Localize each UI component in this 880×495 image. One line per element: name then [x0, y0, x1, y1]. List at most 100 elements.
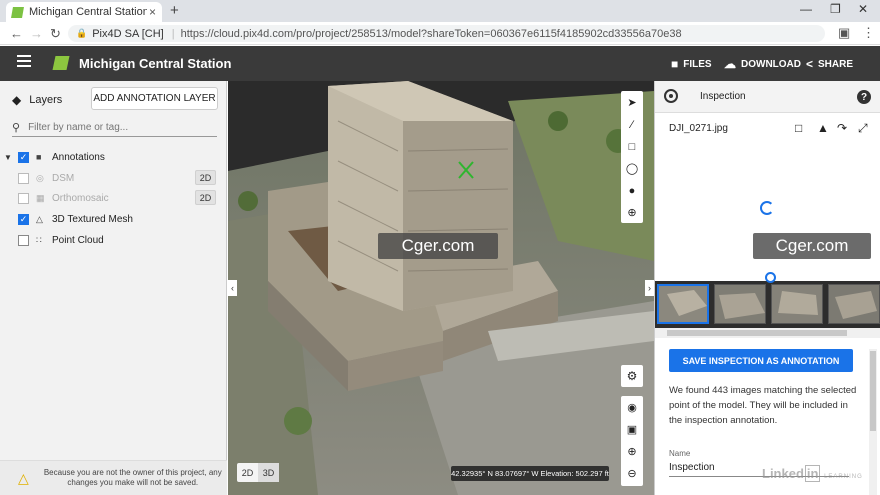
expand-chevron-icon[interactable]: ▼: [3, 153, 13, 162]
url-separator: |: [171, 27, 175, 40]
brand-name: Linked: [762, 466, 804, 481]
download-label: DOWNLOAD: [741, 58, 801, 70]
scrollbar-thumb[interactable]: [870, 351, 876, 431]
settings-gear-icon[interactable]: ⚙: [621, 365, 643, 387]
layers-title: Layers: [29, 94, 63, 106]
linkedin-learning-watermark: Linked in LEARNING: [762, 465, 863, 482]
zoom-out-icon[interactable]: ⊖: [621, 463, 643, 484]
window-close-icon[interactable]: ✕: [858, 2, 868, 16]
files-button[interactable]: ■ FILES: [671, 57, 712, 71]
checkbox-icon[interactable]: □: [795, 121, 802, 135]
inspection-title: Inspection: [700, 91, 746, 102]
layer-row-dsm[interactable]: ◎ DSM 2D: [0, 168, 227, 188]
image-thumbnail[interactable]: [657, 284, 709, 324]
fullscreen-icon[interactable]: ⤢: [858, 121, 868, 136]
point-cloud-icon: ∷: [36, 234, 42, 245]
layers-icon: ◆: [12, 93, 22, 107]
panel-scrollbar[interactable]: [869, 349, 877, 495]
volume-tool-icon[interactable]: ◯: [621, 158, 643, 179]
share-button[interactable]: < SHARE: [806, 57, 853, 71]
layer-checkbox[interactable]: [18, 234, 29, 246]
minimize-icon[interactable]: —: [800, 2, 812, 16]
camera-icon[interactable]: ◉: [621, 397, 643, 418]
help-icon[interactable]: ?: [857, 90, 871, 104]
collapse-left-panel-icon[interactable]: ‹: [228, 280, 237, 296]
maximize-icon[interactable]: ❐: [830, 2, 841, 16]
image-filmstrip: [655, 281, 880, 328]
filmstrip-position-handle[interactable]: [765, 272, 776, 283]
scrollbar-thumb[interactable]: [667, 330, 847, 336]
pix4d-logo-icon: [52, 56, 70, 70]
layer-row-orthomosaic[interactable]: ▦ Orthomosaic 2D: [0, 188, 227, 208]
zoom-in-icon[interactable]: ⊕: [621, 441, 643, 462]
layer-2d-badge[interactable]: 2D: [195, 170, 216, 185]
warning-text: Because you are not the owner of this pr…: [43, 468, 222, 487]
layer-checkbox[interactable]: [18, 172, 29, 184]
layer-checkbox[interactable]: [18, 192, 29, 204]
layer-label: Annotations: [52, 151, 105, 163]
image-filename: DJI_0271.jpg: [669, 123, 728, 134]
layer-row-annotations[interactable]: ▼ ✓ ■ Annotations: [0, 147, 227, 167]
pin-icon[interactable]: ▲: [817, 121, 829, 135]
collapse-right-panel-icon[interactable]: ›: [645, 280, 654, 296]
image-thumbnail[interactable]: [714, 284, 766, 324]
inspection-target-icon: [664, 89, 678, 103]
brand-sub: LEARNING: [824, 474, 863, 480]
layer-checkbox[interactable]: ✓: [18, 213, 29, 225]
inspection-description: We found 443 images matching the selecte…: [669, 385, 857, 426]
hamburger-menu-icon[interactable]: [17, 55, 31, 67]
search-icon: ⚲: [12, 122, 21, 134]
image-thumbnail[interactable]: [828, 284, 880, 324]
mesh-icon: △: [36, 213, 43, 224]
brand-suffix: in: [804, 465, 821, 482]
layer-2d-badge[interactable]: 2D: [195, 190, 216, 205]
url-text: https://cloud.pix4d.com/pro/project/2585…: [180, 27, 682, 40]
extension-icon[interactable]: ▣: [838, 25, 850, 41]
browser-tab[interactable]: Michigan Central Station - Pix4D ×: [6, 2, 162, 22]
layer-row-3d-textured-mesh[interactable]: ✓ △ 3D Textured Mesh: [0, 209, 227, 229]
watermark: Cger.com: [378, 233, 498, 259]
reload-icon[interactable]: ↻: [50, 26, 61, 42]
tab-close-icon[interactable]: ×: [149, 5, 156, 19]
fit-view-icon[interactable]: ▣: [621, 419, 643, 440]
layer-checkbox[interactable]: ✓: [18, 151, 29, 163]
layer-label: Point Cloud: [52, 234, 104, 246]
3d-viewport[interactable]: Cger.com: [228, 81, 654, 495]
save-inspection-button[interactable]: SAVE INSPECTION AS ANNOTATION: [669, 349, 853, 372]
polyline-tool-icon[interactable]: ∕: [621, 114, 643, 135]
layer-label: 3D Textured Mesh: [52, 213, 133, 225]
dsm-icon: ◎: [36, 172, 44, 183]
share-icon: <: [806, 57, 814, 71]
files-label: FILES: [683, 58, 712, 70]
view-mode-3d[interactable]: 3D: [258, 463, 279, 482]
new-tab-button[interactable]: +: [170, 2, 179, 19]
3d-model-render[interactable]: [228, 81, 654, 495]
inspection-target-icon[interactable]: ⊕: [621, 202, 643, 223]
download-button[interactable]: ☁ DOWNLOAD: [724, 57, 801, 71]
inspection-header: Inspection ?: [655, 81, 880, 113]
layer-filter: ⚲: [12, 119, 217, 137]
loading-spinner-icon: [760, 201, 774, 215]
browser-menu-icon[interactable]: ⋮: [862, 25, 875, 41]
image-thumbnail[interactable]: [771, 284, 823, 324]
cloud-download-icon: ☁: [724, 57, 736, 71]
tab-title: Michigan Central Station - Pix4D: [29, 6, 147, 18]
address-bar-row: ← → ↻ 🔒 Pix4D SA [CH] | https://cloud.pi…: [0, 22, 880, 45]
forward-icon[interactable]: →: [30, 26, 43, 41]
comment-icon: ■: [36, 152, 42, 162]
back-icon[interactable]: ←: [10, 26, 23, 41]
polygon-tool-icon[interactable]: □: [621, 136, 643, 157]
location-pin-icon[interactable]: ●: [621, 180, 643, 201]
add-annotation-layer-button[interactable]: ADD ANNOTATION LAYER: [91, 87, 218, 110]
project-title: Michigan Central Station: [79, 56, 232, 71]
share-label: SHARE: [818, 58, 854, 70]
view-mode-2d[interactable]: 2D: [237, 463, 258, 482]
select-pointer-icon[interactable]: ➤: [621, 92, 643, 113]
filmstrip-scrollbar[interactable]: [655, 328, 880, 338]
layers-panel: ◆ Layers ADD ANNOTATION LAYER ⚲ ▼ ✓ ■ An…: [0, 81, 227, 495]
open-external-icon[interactable]: ↷: [837, 121, 847, 135]
url-field[interactable]: 🔒 Pix4D SA [CH] | https://cloud.pix4d.co…: [68, 25, 825, 42]
name-field-label: Name: [669, 449, 691, 458]
layer-filter-input[interactable]: [28, 122, 209, 133]
layer-row-point-cloud[interactable]: ∷ Point Cloud: [0, 230, 227, 250]
